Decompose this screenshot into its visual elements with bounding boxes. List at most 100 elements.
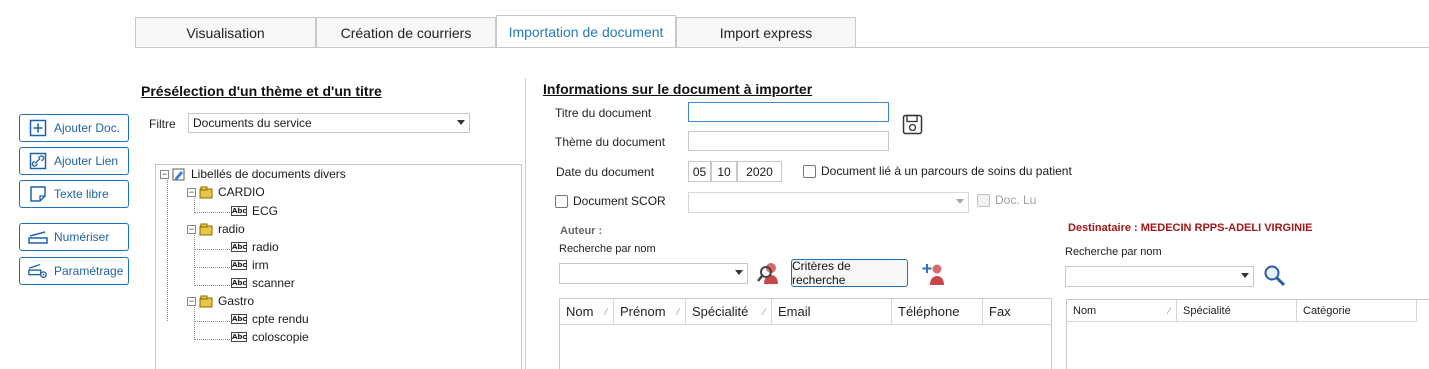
collapse-icon[interactable]: − xyxy=(187,296,196,306)
sort-icon: ⁄ xyxy=(1168,305,1170,316)
text-document-icon: Abc xyxy=(231,314,247,324)
tree-group-cardio[interactable]: − CARDIO xyxy=(187,184,265,200)
sort-icon: ⁄ xyxy=(763,306,765,317)
column-header-categorie[interactable]: Catégorie xyxy=(1297,300,1417,322)
date-year-input[interactable]: 2020 xyxy=(737,161,782,182)
tab-importation-document[interactable]: Importation de document xyxy=(496,15,676,48)
preselection-heading: Présélection d'un thème et d'un titre xyxy=(141,83,382,99)
tree-guide xyxy=(194,198,195,213)
theme-input[interactable] xyxy=(688,131,889,151)
add-person-icon[interactable] xyxy=(921,261,947,290)
tab-label: Visualisation xyxy=(186,24,265,41)
scan-label: Numériser xyxy=(54,230,110,244)
tree-root[interactable]: − Libellés de documents divers xyxy=(160,166,346,182)
tree-group-label: CARDIO xyxy=(218,185,265,199)
folder-icon xyxy=(199,295,213,307)
column-header-telephone[interactable]: Téléphone xyxy=(892,299,983,325)
tree-guide xyxy=(194,249,230,250)
tab-visualisation[interactable]: Visualisation xyxy=(135,17,316,47)
chevron-down-icon xyxy=(457,120,465,125)
tree-guide xyxy=(194,339,230,340)
add-document-button[interactable]: Ajouter Doc. xyxy=(19,114,129,142)
tree-root-label: Libellés de documents divers xyxy=(191,167,346,181)
add-document-icon xyxy=(28,118,48,138)
tab-label: Création de courriers xyxy=(340,24,472,41)
checkbox-box[interactable] xyxy=(555,194,568,208)
tree-item-radio[interactable]: Abc radio xyxy=(231,239,279,255)
scor-checkbox[interactable]: Document SCOR xyxy=(555,194,666,208)
column-header-specialite[interactable]: Spécialité ⁄ xyxy=(686,299,772,325)
date-month-input[interactable]: 10 xyxy=(711,161,737,182)
column-label: Fax xyxy=(989,304,1011,319)
column-label: Email xyxy=(778,304,811,319)
tree-item-irm[interactable]: Abc irm xyxy=(231,257,269,273)
date-day-input[interactable]: 05 xyxy=(688,161,711,182)
tree-group-gastro[interactable]: − Gastro xyxy=(187,293,254,309)
column-label: Spécialité xyxy=(692,304,749,319)
free-text-button[interactable]: Texte libre xyxy=(19,180,129,208)
tree-item-label: radio xyxy=(252,240,279,254)
link-icon xyxy=(28,151,48,171)
folder-icon xyxy=(199,186,213,198)
text-document-icon: Abc xyxy=(231,242,247,252)
tree-item-scanner[interactable]: Abc scanner xyxy=(231,275,295,291)
text-document-icon: Abc xyxy=(231,260,247,270)
tab-import-express[interactable]: Import express xyxy=(676,17,856,47)
column-header-prenom[interactable]: Prénom ⁄ xyxy=(614,299,686,325)
add-link-button[interactable]: Ajouter Lien xyxy=(19,147,129,175)
chevron-down-icon xyxy=(1241,273,1249,278)
document-info-heading: Informations sur le document à importer xyxy=(543,81,813,97)
recipient-search-select[interactable] xyxy=(1065,266,1254,287)
search-person-icon[interactable] xyxy=(756,260,782,289)
tree-guide xyxy=(167,180,168,321)
tree-item-label: coloscopie xyxy=(252,330,309,344)
tree-item-label: cpte rendu xyxy=(252,312,309,326)
tree-guide xyxy=(194,321,230,322)
column-header-nom[interactable]: Nom ⁄ xyxy=(560,299,614,325)
collapse-icon[interactable]: − xyxy=(160,169,169,179)
tab-creation-courriers[interactable]: Création de courriers xyxy=(316,17,496,47)
care-path-label: Document lié à un parcours de soins du p… xyxy=(821,164,1072,178)
search-criteria-label: Critères de recherche xyxy=(792,259,851,287)
collapse-icon[interactable]: − xyxy=(187,224,196,234)
column-header-fax[interactable]: Fax xyxy=(983,299,1051,325)
care-path-checkbox[interactable]: Document lié à un parcours de soins du p… xyxy=(803,164,1072,178)
checkbox-box[interactable] xyxy=(977,193,990,207)
collapse-icon[interactable]: − xyxy=(187,187,196,197)
settings-button[interactable]: Paramétrage xyxy=(19,257,129,285)
column-label: Spécialité xyxy=(1183,304,1231,317)
tab-bar-divider xyxy=(135,47,1429,48)
title-input[interactable] xyxy=(688,102,889,122)
text-document-icon: Abc xyxy=(231,206,247,216)
column-header-specialite[interactable]: Spécialité xyxy=(1177,300,1297,322)
search-criteria-button[interactable]: Critères de recherche xyxy=(791,259,908,287)
column-header-email[interactable]: Email xyxy=(772,299,892,325)
panel-divider xyxy=(525,78,526,369)
search-icon[interactable] xyxy=(1262,263,1288,292)
tree-item-label: irm xyxy=(252,258,269,272)
chevron-down-icon xyxy=(956,199,964,204)
column-header-nom[interactable]: Nom ⁄ xyxy=(1067,300,1177,322)
tree-item-cpte-rendu[interactable]: Abc cpte rendu xyxy=(231,311,309,327)
doc-read-checkbox[interactable]: Doc. Lu xyxy=(977,193,1036,207)
filter-select[interactable]: Documents du service xyxy=(188,113,470,133)
sort-icon: ⁄ xyxy=(605,306,607,317)
scor-select[interactable] xyxy=(688,192,969,213)
tree-group-label: radio xyxy=(218,222,245,236)
document-folder-icon xyxy=(172,168,185,180)
tree-item-label: scanner xyxy=(252,276,295,290)
scanner-icon xyxy=(28,227,48,247)
tree-item-ecg[interactable]: Abc ECG xyxy=(231,203,278,219)
tree-group-radio[interactable]: − radio xyxy=(187,221,245,237)
scan-button[interactable]: Numériser xyxy=(19,223,129,251)
tab-label: Import express xyxy=(719,24,813,41)
tab-label: Importation de document xyxy=(508,24,664,40)
save-icon[interactable] xyxy=(902,114,923,138)
chevron-down-icon xyxy=(735,270,743,275)
tree-item-coloscopie[interactable]: Abc coloscopie xyxy=(231,329,309,345)
checkbox-box[interactable] xyxy=(803,164,816,178)
tree-guide xyxy=(194,235,195,286)
author-heading: Auteur : xyxy=(560,225,603,237)
tree-guide xyxy=(194,285,230,286)
author-search-select[interactable] xyxy=(559,263,748,284)
